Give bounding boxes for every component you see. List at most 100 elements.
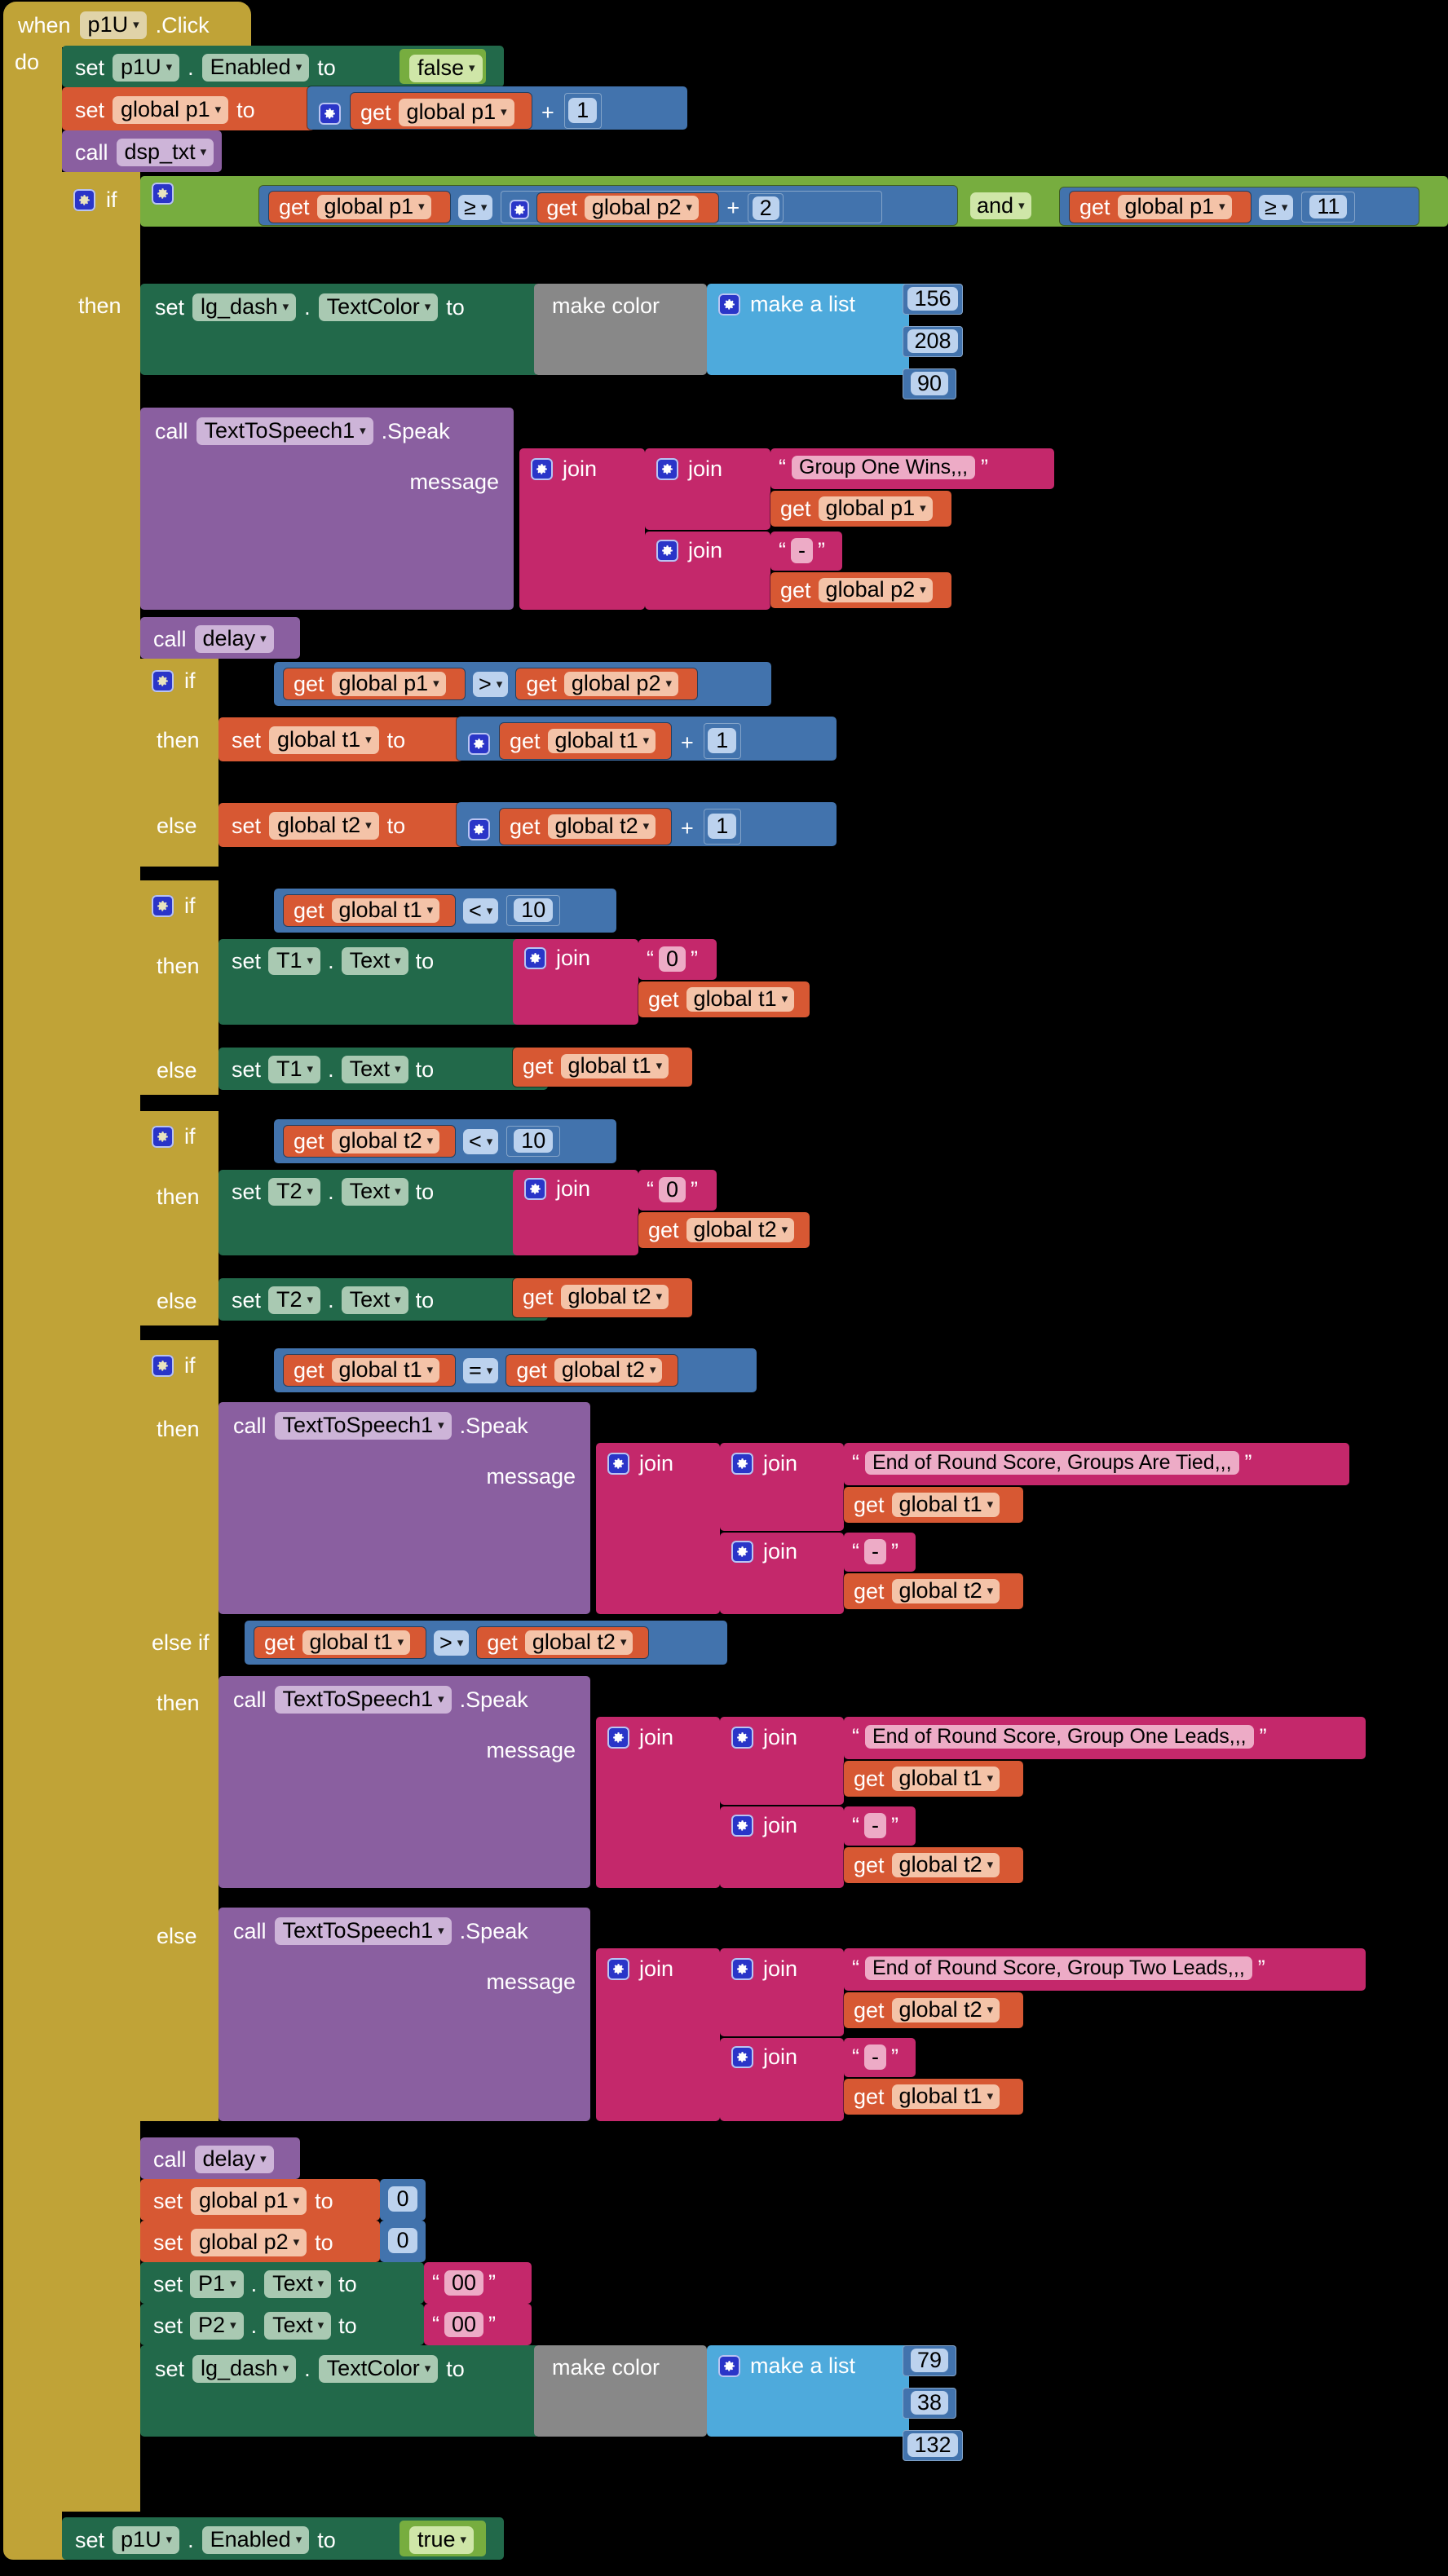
- gear-icon[interactable]: [731, 1727, 753, 1749]
- number-block[interactable]: 1: [563, 93, 602, 129]
- make-a-list-block[interactable]: make a list: [707, 284, 909, 375]
- gear-icon[interactable]: [510, 200, 530, 219]
- set-T2-text-plain-block[interactable]: set T2 ▾ . Text ▾ to: [219, 1278, 548, 1321]
- compare-t1-eq-t2-block[interactable]: get global t1 ▾ = ▾ get global t2 ▾: [273, 1348, 757, 1393]
- score-if-block[interactable]: [140, 1340, 219, 2121]
- variable-dropdown[interactable]: global t2 ▾: [560, 1285, 669, 1309]
- get-global-p1-block[interactable]: get global p1 ▾: [283, 668, 466, 700]
- join-outer-block[interactable]: join: [596, 1443, 720, 1614]
- variable-dropdown[interactable]: global p1 ▾: [113, 96, 229, 124]
- set-global-t1-block[interactable]: set global t1 ▾ to: [219, 717, 463, 761]
- gear-icon[interactable]: [731, 1453, 753, 1475]
- get-global-t2-block[interactable]: get global t2 ▾: [843, 1992, 1024, 2029]
- color-b-number-block[interactable]: 132: [903, 2430, 963, 2461]
- component-dropdown[interactable]: TextToSpeech1 ▾: [274, 1917, 452, 1945]
- math-add-t1-block[interactable]: get global t1 ▾ + 1: [456, 716, 837, 761]
- gear-icon[interactable]: [468, 732, 490, 755]
- color-r-number-block[interactable]: 156: [903, 284, 963, 315]
- variable-dropdown[interactable]: global t2 ▾: [554, 1358, 663, 1383]
- text-value[interactable]: 00: [444, 2312, 484, 2337]
- component-dropdown[interactable]: T1 ▾: [268, 1056, 321, 1083]
- event-block-p1u-click[interactable]: when p1U ▾ .Click: [3, 2, 251, 47]
- math-add-t2-block[interactable]: get global t2 ▾ + 1: [456, 801, 837, 847]
- gear-icon[interactable]: [524, 947, 546, 969]
- procedure-dropdown[interactable]: dsp_txt ▾: [116, 139, 214, 166]
- variable-dropdown[interactable]: global p1 ▾: [818, 496, 933, 521]
- color-g-number-block[interactable]: 208: [903, 326, 963, 357]
- gear-icon[interactable]: [152, 670, 174, 692]
- set-T1-text-plain-block[interactable]: set T1 ▾ . Text ▾ to: [219, 1048, 548, 1090]
- component-dropdown[interactable]: TextToSpeech1 ▾: [274, 1686, 452, 1714]
- text-00-block[interactable]: “ 00 ”: [424, 2262, 532, 2304]
- get-global-p1-block[interactable]: get global p1 ▾: [268, 191, 451, 223]
- number-value[interactable]: 1: [708, 728, 737, 753]
- get-global-t2-block[interactable]: get global t2 ▾: [476, 1626, 650, 1659]
- variable-dropdown[interactable]: global t1 ▾: [331, 898, 440, 923]
- text-separator-block[interactable]: “ - ”: [844, 2038, 916, 2077]
- text-value[interactable]: -: [864, 2044, 886, 2070]
- get-global-t2-block[interactable]: get global t2 ▾: [843, 1573, 1024, 1610]
- true-dropdown[interactable]: true ▾: [409, 2526, 475, 2554]
- gear-icon[interactable]: [607, 1453, 629, 1475]
- number-block[interactable]: 10: [506, 895, 561, 926]
- get-global-p2-block[interactable]: get global p2 ▾: [770, 571, 952, 609]
- set-lg-dash-textcolor-reset-block[interactable]: set lg_dash ▾ . TextColor ▾ to: [140, 2345, 540, 2437]
- number-value[interactable]: 132: [907, 2433, 958, 2457]
- gear-icon[interactable]: [468, 818, 490, 840]
- variable-dropdown[interactable]: global t2 ▾: [891, 1579, 1000, 1603]
- call-delay-2-block[interactable]: call delay ▾: [140, 2137, 300, 2179]
- text-value[interactable]: -: [864, 1813, 886, 1838]
- gear-icon[interactable]: [152, 183, 174, 205]
- speak-group-one-wins-block[interactable]: call TextToSpeech1 ▾ .Speak message: [140, 408, 514, 610]
- comparison-operator-dropdown[interactable]: > ▾: [473, 671, 509, 697]
- get-global-p2-block[interactable]: get global p2 ▾: [536, 192, 720, 223]
- text-value[interactable]: End of Round Score, Group Two Leads,,,: [865, 1956, 1252, 1980]
- variable-dropdown[interactable]: global t1 ▾: [547, 729, 656, 753]
- reset-P1-text-block[interactable]: set P1 ▾ . Text ▾ to: [140, 2262, 424, 2304]
- number-zero-block[interactable]: 0: [380, 2221, 426, 2262]
- get-global-t1-block[interactable]: get global t1 ▾: [254, 1626, 426, 1659]
- number-value[interactable]: 2: [752, 196, 779, 220]
- variable-dropdown[interactable]: global t1 ▾: [891, 1767, 1000, 1791]
- get-global-p1-block[interactable]: get global p1 ▾: [1069, 191, 1252, 223]
- gear-icon[interactable]: [73, 189, 95, 211]
- main-if-block[interactable]: [62, 172, 140, 2512]
- text-separator-block[interactable]: “ - ”: [770, 532, 842, 571]
- compare-t1-gt-t2-block[interactable]: get global t1 ▾ > ▾ get global t2 ▾: [244, 1620, 728, 1665]
- text-separator-block[interactable]: “ - ”: [844, 1806, 916, 1846]
- set-T2-text-padded-block[interactable]: set T2 ▾ . Text ▾ to: [219, 1170, 548, 1255]
- variable-dropdown[interactable]: global t2 ▾: [891, 1998, 1000, 2022]
- join-inner-2-block[interactable]: join: [720, 1533, 844, 1614]
- math-add-block[interactable]: get global p1 ▾ + 1: [307, 86, 688, 130]
- text-00-block[interactable]: “ 00 ”: [424, 2304, 532, 2345]
- reset-global-p2-block[interactable]: set global p2 ▾ to: [140, 2221, 380, 2262]
- speak-tied-block[interactable]: call TextToSpeech1 ▾ .Speak message: [219, 1402, 590, 1614]
- gear-icon[interactable]: [524, 1178, 546, 1200]
- get-global-t1-block[interactable]: get global t1 ▾: [843, 2078, 1024, 2115]
- variable-dropdown[interactable]: global p2 ▾: [191, 2229, 307, 2256]
- join-pad-t2-block[interactable]: join: [513, 1170, 638, 1255]
- text-group-two-leads-block[interactable]: “ End of Round Score, Group Two Leads,,,…: [844, 1948, 1366, 1991]
- get-global-t1-block[interactable]: get global t1 ▾: [512, 1047, 693, 1087]
- number-value[interactable]: 1: [568, 98, 598, 123]
- text-value[interactable]: -: [791, 538, 813, 563]
- join-outer-block[interactable]: join: [519, 448, 645, 610]
- compare-p1-gt-p2-block[interactable]: get global p1 ▾ > ▾ get global p2 ▾: [273, 661, 772, 707]
- variable-dropdown[interactable]: global p1 ▾: [191, 2187, 307, 2215]
- get-global-t2-block[interactable]: get global t2 ▾: [499, 808, 672, 845]
- variable-dropdown[interactable]: global t1 ▾: [560, 1054, 669, 1078]
- component-dropdown[interactable]: P2 ▾: [190, 2312, 244, 2340]
- gear-icon[interactable]: [718, 293, 740, 315]
- component-dropdown[interactable]: T2 ▾: [268, 1178, 321, 1206]
- text-group-one-leads-block[interactable]: “ End of Round Score, Group One Leads,,,…: [844, 1717, 1366, 1759]
- property-dropdown[interactable]: Text ▾: [341, 1056, 408, 1083]
- number-value[interactable]: 1: [708, 814, 737, 839]
- number-zero-block[interactable]: 0: [380, 2179, 426, 2221]
- get-global-p1-block[interactable]: get global p1 ▾: [770, 490, 952, 527]
- gear-icon[interactable]: [731, 1958, 753, 1980]
- gear-icon[interactable]: [656, 540, 678, 562]
- variable-dropdown[interactable]: global p1 ▾: [331, 672, 446, 696]
- variable-dropdown[interactable]: global t2 ▾: [686, 1218, 795, 1242]
- number-block[interactable]: 1: [703, 723, 741, 759]
- set-lg-dash-textcolor-win-block[interactable]: set lg_dash ▾ . TextColor ▾ to: [140, 284, 540, 375]
